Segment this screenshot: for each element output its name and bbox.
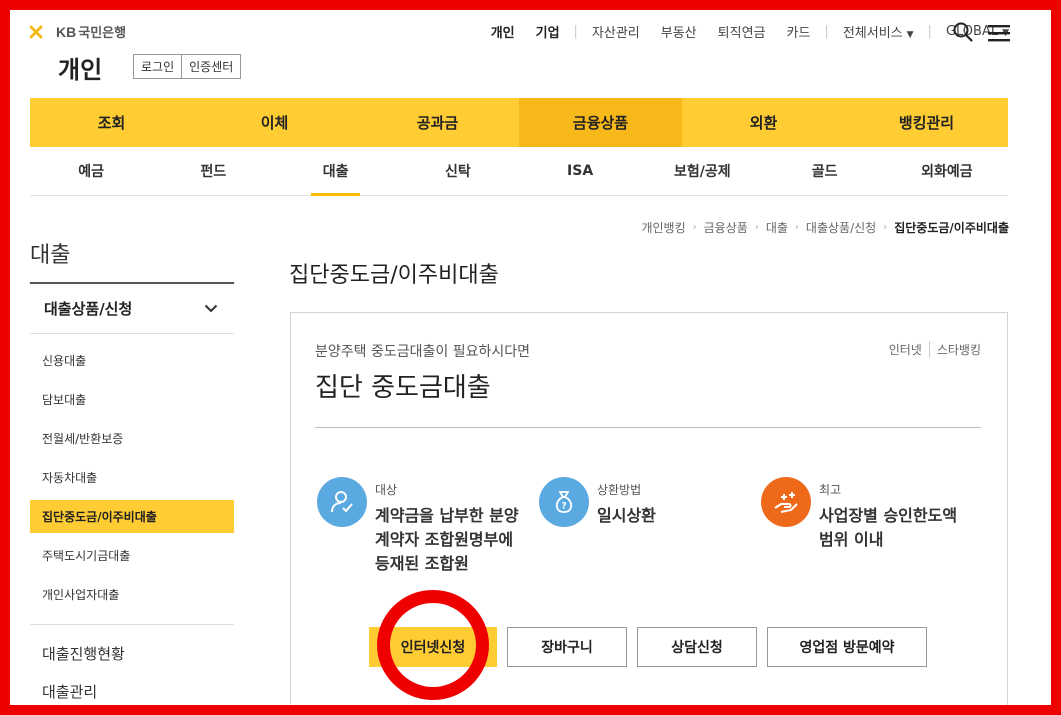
hand-plus-icon xyxy=(761,477,811,527)
feature-label: 최고 xyxy=(819,483,842,497)
sub-nav: 예금 펀드 대출 신탁 ISA 보험/공제 골드 외화예금 xyxy=(30,147,1008,196)
consult-apply-button[interactable]: 상담신청 xyxy=(637,627,757,667)
channel-tag: 인터넷 xyxy=(888,343,922,357)
login-button[interactable]: 로그인 xyxy=(134,55,182,78)
chevron-right-icon: › xyxy=(692,222,697,233)
sidebar-group-toggle[interactable]: 대출상품/신청 xyxy=(30,284,234,334)
breadcrumb-label: 개인뱅킹 xyxy=(641,221,686,235)
sidebar-item-loan-status[interactable]: 대출진행현황 xyxy=(30,634,234,672)
sub-nav-fx-deposit[interactable]: 외화예금 xyxy=(886,147,1008,195)
svg-text:?: ? xyxy=(561,502,566,512)
feature-label: 상환방법 xyxy=(597,483,642,497)
sidebar-item-secured-loan[interactable]: 담보대출 xyxy=(30,380,234,419)
main-nav-transfer[interactable]: 이체 xyxy=(193,98,356,147)
main-nav-inquiry[interactable]: 조회 xyxy=(30,98,193,147)
sidebar-item-housing-fund-loan[interactable]: 주택도시기금대출 xyxy=(30,536,234,575)
global-nav: 개인 기업 | 자산관리 부동산 퇴직연금 카드 | 전체서비스 ▼ | GLOB… xyxy=(470,22,1009,41)
product-channels: 인터넷 스타뱅킹 xyxy=(889,341,981,358)
sidebar-item-loan-management[interactable]: 대출관리 xyxy=(30,672,234,710)
gnb-corporate[interactable]: 기업 xyxy=(536,22,560,41)
feature-value-line: 범위 이내 xyxy=(819,530,884,549)
main-nav-banking-mgmt[interactable]: 뱅킹관리 xyxy=(845,98,1008,147)
sidebar-item-credit-loan[interactable]: 신용대출 xyxy=(30,341,234,380)
chevron-down-icon xyxy=(204,304,218,313)
gnb-pension[interactable]: 퇴직연금 xyxy=(718,22,766,41)
gnb-realestate[interactable]: 부동산 xyxy=(661,22,697,41)
gnb-all-services[interactable]: 전체서비스 ▼ xyxy=(843,22,914,41)
feature-value-line: 계약자 조합원명부에 xyxy=(375,530,514,549)
main-nav-financial-products[interactable]: 금융상품 xyxy=(519,98,682,147)
feature-label: 대상 xyxy=(375,483,398,497)
product-title: 집단 중도금대출 xyxy=(315,373,491,403)
channel-tag: 스타뱅킹 xyxy=(928,341,981,358)
breadcrumb-current: 집단중도금/이주비대출 xyxy=(894,221,1009,235)
gnb-divider: | xyxy=(573,24,578,39)
sidebar: 대출 대출상품/신청 신용대출 담보대출 전월세/반환보증 자동차대출 집단중도… xyxy=(30,237,234,710)
gnb-personal[interactable]: 개인 xyxy=(491,22,515,41)
chevron-right-icon: › xyxy=(883,222,888,233)
logo-name: 국민은행 xyxy=(78,26,127,41)
main-nav-utility[interactable]: 공과금 xyxy=(356,98,519,147)
chevron-right-icon: › xyxy=(794,222,799,233)
caret-down-icon: ▼ xyxy=(906,30,914,40)
sidebar-item-lease-guarantee[interactable]: 전월세/반환보증 xyxy=(30,419,234,458)
breadcrumb-item[interactable]: 대출상품/신청 › xyxy=(806,219,894,236)
branch-visit-button[interactable]: 영업점 방문예약 xyxy=(767,627,927,667)
feature-value-line: 일시상환 xyxy=(597,506,656,525)
breadcrumb-label: 금융상품 xyxy=(703,221,748,235)
page-title: 집단중도금/이주비대출 xyxy=(289,263,499,288)
feature-value: 계약금을 납부한 분양 계약자 조합원명부에 등재된 조합원 xyxy=(375,504,519,576)
gnb-divider: | xyxy=(824,24,829,39)
breadcrumb-label: 대출 xyxy=(765,221,788,235)
breadcrumb-item[interactable]: 금융상품 › xyxy=(704,219,766,236)
sub-nav-deposit[interactable]: 예금 xyxy=(30,147,152,195)
header: KB 국민은행 개인 로그인 인증센터 개인 기업 | 자산관리 부동산 퇴직연… xyxy=(0,0,1061,97)
breadcrumb: 개인뱅킹 › 금융상품 › 대출 › 대출상품/신청 › 집단중도금/이주비대출 xyxy=(641,219,1009,236)
sub-nav-insurance[interactable]: 보험/공제 xyxy=(641,147,763,195)
sidebar-title: 대출 xyxy=(30,237,234,284)
money-bag-icon: ? xyxy=(539,477,589,527)
main-nav-forex[interactable]: 외환 xyxy=(682,98,845,147)
search-icon[interactable] xyxy=(953,22,973,42)
sub-nav-fund[interactable]: 펀드 xyxy=(152,147,274,195)
gnb-card[interactable]: 카드 xyxy=(787,22,811,41)
feature-value: 일시상환 xyxy=(597,504,656,528)
auth-buttons: 로그인 인증센터 xyxy=(133,54,242,79)
breadcrumb-label: 대출상품/신청 xyxy=(805,221,877,235)
sub-nav-gold[interactable]: 골드 xyxy=(764,147,886,195)
kb-logo[interactable]: KB 국민은행 xyxy=(30,22,126,41)
sub-nav-loan[interactable]: 대출 xyxy=(275,147,397,196)
feature-target: 대상 계약금을 납부한 분양 계약자 조합원명부에 등재된 조합원 xyxy=(317,477,519,576)
main-nav: 조회 이체 공과금 금융상품 외환 뱅킹관리 xyxy=(30,98,1008,147)
product-subtitle: 분양주택 중도금대출이 필요하시다면 xyxy=(315,344,530,360)
breadcrumb-item[interactable]: 개인뱅킹 › xyxy=(641,219,703,236)
logo-kb: KB xyxy=(56,23,77,40)
sidebar-item-auto-loan[interactable]: 자동차대출 xyxy=(30,458,234,497)
cert-center-button[interactable]: 인증센터 xyxy=(181,55,241,78)
section-title: 개인 xyxy=(58,56,103,84)
gnb-divider: | xyxy=(927,24,932,39)
breadcrumb-item[interactable]: 대출 › xyxy=(766,219,806,236)
cart-button[interactable]: 장바구니 xyxy=(507,627,627,667)
feature-value-line: 등재된 조합원 xyxy=(375,554,469,573)
feature-repayment: ? 상환방법 일시상환 xyxy=(539,477,656,528)
gnb-asset[interactable]: 자산관리 xyxy=(592,22,640,41)
sidebar-item-group-interim-loan[interactable]: 집단중도금/이주비대출 xyxy=(30,500,234,533)
card-divider xyxy=(315,427,981,428)
sidebar-item-business-loan[interactable]: 개인사업자대출 xyxy=(30,575,234,614)
star-icon xyxy=(30,25,43,38)
annotation-circle xyxy=(377,590,489,700)
sub-nav-isa[interactable]: ISA xyxy=(519,147,641,195)
feature-value-line: 계약금을 납부한 분양 xyxy=(375,506,519,525)
sub-nav-trust[interactable]: 신탁 xyxy=(397,147,519,195)
sidebar-list: 신용대출 담보대출 전월세/반환보증 자동차대출 집단중도금/이주비대출 주택도… xyxy=(30,334,234,625)
sidebar-group-label: 대출상품/신청 xyxy=(44,300,133,318)
gnb-all-services-label: 전체서비스 xyxy=(842,26,903,41)
feature-value: 사업장별 승인한도액 범위 이내 xyxy=(819,504,957,552)
feature-value-line: 사업장별 승인한도액 xyxy=(819,506,958,525)
feature-limit: 최고 사업장별 승인한도액 범위 이내 xyxy=(761,477,957,552)
person-check-icon xyxy=(317,477,367,527)
hamburger-menu-icon[interactable] xyxy=(988,24,1010,42)
chevron-right-icon: › xyxy=(754,222,759,233)
